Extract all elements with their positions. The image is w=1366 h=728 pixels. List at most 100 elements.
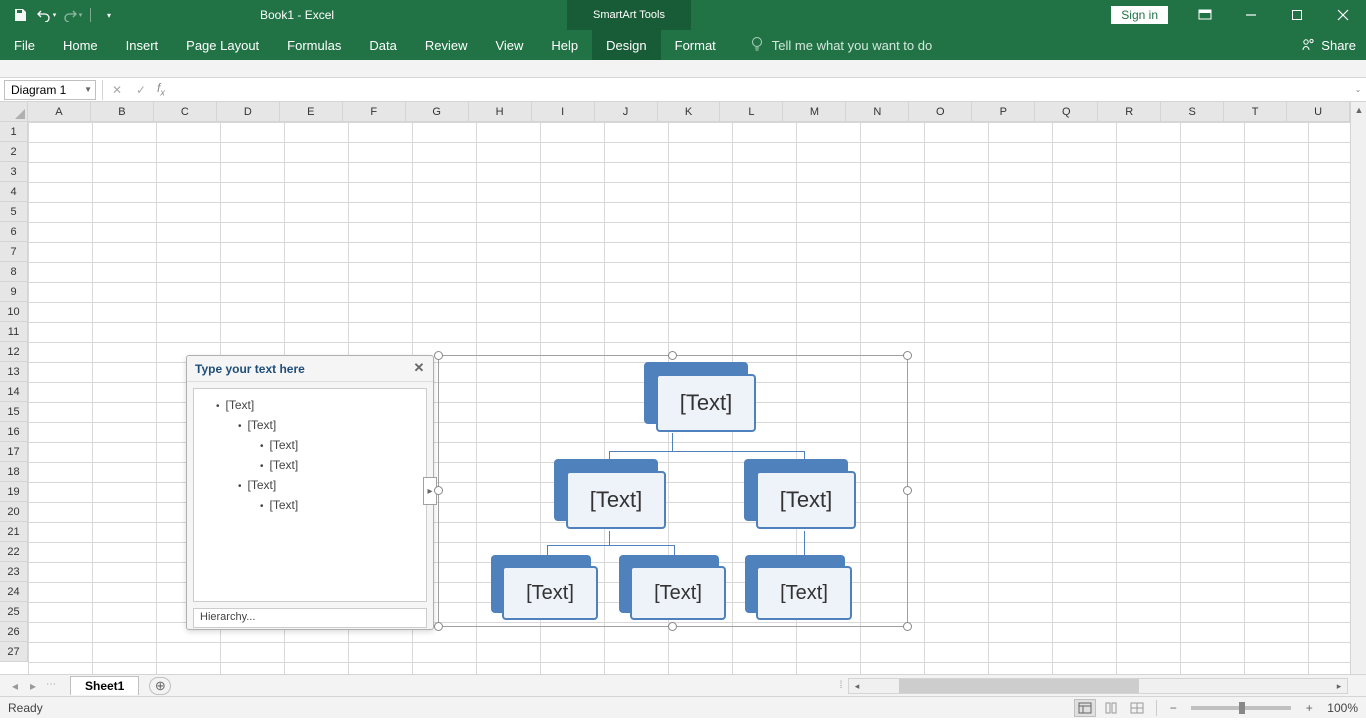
- column-header[interactable]: P: [972, 102, 1035, 122]
- column-header[interactable]: A: [28, 102, 91, 122]
- fx-icon[interactable]: fx: [157, 81, 165, 97]
- column-header[interactable]: M: [783, 102, 846, 122]
- smartart-node[interactable]: [Text]: [756, 471, 856, 529]
- horizontal-scrollbar[interactable]: ◂ ▸: [848, 678, 1348, 694]
- row-header[interactable]: 22: [0, 542, 28, 562]
- resize-handle[interactable]: [434, 351, 443, 360]
- column-header[interactable]: L: [720, 102, 783, 122]
- row-header[interactable]: 4: [0, 182, 28, 202]
- resize-handle[interactable]: [903, 622, 912, 631]
- resize-handle[interactable]: [903, 486, 912, 495]
- row-header[interactable]: 10: [0, 302, 28, 322]
- tab-file[interactable]: File: [0, 30, 49, 60]
- zoom-level[interactable]: 100%: [1327, 701, 1358, 715]
- tab-page-layout[interactable]: Page Layout: [172, 30, 273, 60]
- sheet-nav[interactable]: ◂▸⋯: [0, 679, 66, 693]
- row-header[interactable]: 16: [0, 422, 28, 442]
- row-header[interactable]: 8: [0, 262, 28, 282]
- row-header[interactable]: 15: [0, 402, 28, 422]
- normal-view-icon[interactable]: [1074, 699, 1096, 717]
- row-header[interactable]: 17: [0, 442, 28, 462]
- column-header[interactable]: S: [1161, 102, 1224, 122]
- sign-in-button[interactable]: Sign in: [1111, 6, 1168, 24]
- hscroll-thumb[interactable]: [899, 679, 1139, 693]
- text-pane-item[interactable]: [Text]: [198, 475, 422, 495]
- column-header[interactable]: O: [909, 102, 972, 122]
- vertical-scrollbar-strip[interactable]: ▲: [1350, 102, 1366, 674]
- text-pane-item[interactable]: [Text]: [198, 395, 422, 415]
- smartart-node[interactable]: [Text]: [566, 471, 666, 529]
- row-header[interactable]: 18: [0, 462, 28, 482]
- column-header[interactable]: J: [595, 102, 658, 122]
- zoom-in-button[interactable]: +: [1301, 701, 1317, 715]
- tab-scroll-grip[interactable]: ⁞: [838, 678, 844, 694]
- minimize-icon[interactable]: [1228, 0, 1274, 30]
- text-pane-item[interactable]: [Text]: [198, 495, 422, 515]
- column-header[interactable]: R: [1098, 102, 1161, 122]
- tab-formulas[interactable]: Formulas: [273, 30, 355, 60]
- text-pane-item[interactable]: [Text]: [198, 415, 422, 435]
- page-break-view-icon[interactable]: [1126, 699, 1148, 717]
- resize-handle[interactable]: [434, 622, 443, 631]
- tell-me-search[interactable]: Tell me what you want to do: [750, 30, 932, 60]
- sheet-tab-active[interactable]: Sheet1: [70, 676, 139, 695]
- column-header[interactable]: D: [217, 102, 280, 122]
- column-header[interactable]: C: [154, 102, 217, 122]
- row-header[interactable]: 11: [0, 322, 28, 342]
- tab-view[interactable]: View: [481, 30, 537, 60]
- page-layout-view-icon[interactable]: [1100, 699, 1122, 717]
- smartart-node[interactable]: [Text]: [756, 566, 852, 620]
- row-header[interactable]: 19: [0, 482, 28, 502]
- resize-handle[interactable]: [668, 622, 677, 631]
- column-header[interactable]: N: [846, 102, 909, 122]
- scroll-left-icon[interactable]: ◂: [849, 679, 865, 693]
- tab-design[interactable]: Design: [592, 30, 660, 60]
- column-header[interactable]: Q: [1035, 102, 1098, 122]
- new-sheet-button[interactable]: ⊕: [149, 677, 171, 695]
- column-header[interactable]: T: [1224, 102, 1287, 122]
- row-header[interactable]: 23: [0, 562, 28, 582]
- text-pane-footer[interactable]: Hierarchy...: [193, 608, 427, 628]
- name-box[interactable]: Diagram 1 ▼: [4, 80, 96, 100]
- worksheet-grid[interactable]: ABCDEFGHIJKLMNOPQRSTU 123456789101112131…: [0, 102, 1366, 674]
- resize-handle[interactable]: [668, 351, 677, 360]
- row-header[interactable]: 3: [0, 162, 28, 182]
- column-header[interactable]: G: [406, 102, 469, 122]
- column-header[interactable]: I: [532, 102, 595, 122]
- customize-qat-icon[interactable]: ▾: [97, 3, 121, 27]
- text-pane-item[interactable]: [Text]: [198, 455, 422, 475]
- text-pane-body[interactable]: [Text][Text][Text][Text][Text][Text]: [193, 388, 427, 602]
- zoom-slider[interactable]: [1191, 706, 1291, 710]
- tab-insert[interactable]: Insert: [112, 30, 173, 60]
- row-header[interactable]: 25: [0, 602, 28, 622]
- save-icon[interactable]: [8, 3, 32, 27]
- tab-format[interactable]: Format: [661, 30, 730, 60]
- resize-handle[interactable]: [434, 486, 443, 495]
- smartart-text-pane[interactable]: Type your text here ✕ [Text][Text][Text]…: [186, 355, 434, 630]
- ribbon-display-options-icon[interactable]: [1182, 0, 1228, 30]
- text-pane-item[interactable]: [Text]: [198, 435, 422, 455]
- scroll-right-icon[interactable]: ▸: [1331, 679, 1347, 693]
- resize-handle[interactable]: [903, 351, 912, 360]
- tab-review[interactable]: Review: [411, 30, 482, 60]
- row-header[interactable]: 13: [0, 362, 28, 382]
- row-header[interactable]: 7: [0, 242, 28, 262]
- row-header[interactable]: 26: [0, 622, 28, 642]
- undo-icon[interactable]: ▾: [34, 3, 58, 27]
- share-button[interactable]: Share: [1301, 30, 1356, 60]
- maximize-icon[interactable]: [1274, 0, 1320, 30]
- smartart-node[interactable]: [Text]: [630, 566, 726, 620]
- formula-input[interactable]: [169, 80, 1350, 100]
- select-all-button[interactable]: [0, 102, 28, 122]
- row-header[interactable]: 27: [0, 642, 28, 662]
- row-header[interactable]: 14: [0, 382, 28, 402]
- zoom-slider-thumb[interactable]: [1239, 702, 1245, 714]
- tab-data[interactable]: Data: [355, 30, 410, 60]
- enter-formula-icon[interactable]: ✓: [129, 80, 153, 100]
- scroll-up-icon[interactable]: ▲: [1351, 102, 1366, 118]
- row-header[interactable]: 6: [0, 222, 28, 242]
- column-header[interactable]: H: [469, 102, 532, 122]
- close-text-pane-icon[interactable]: ✕: [411, 360, 427, 376]
- column-header[interactable]: U: [1287, 102, 1350, 122]
- column-header[interactable]: F: [343, 102, 406, 122]
